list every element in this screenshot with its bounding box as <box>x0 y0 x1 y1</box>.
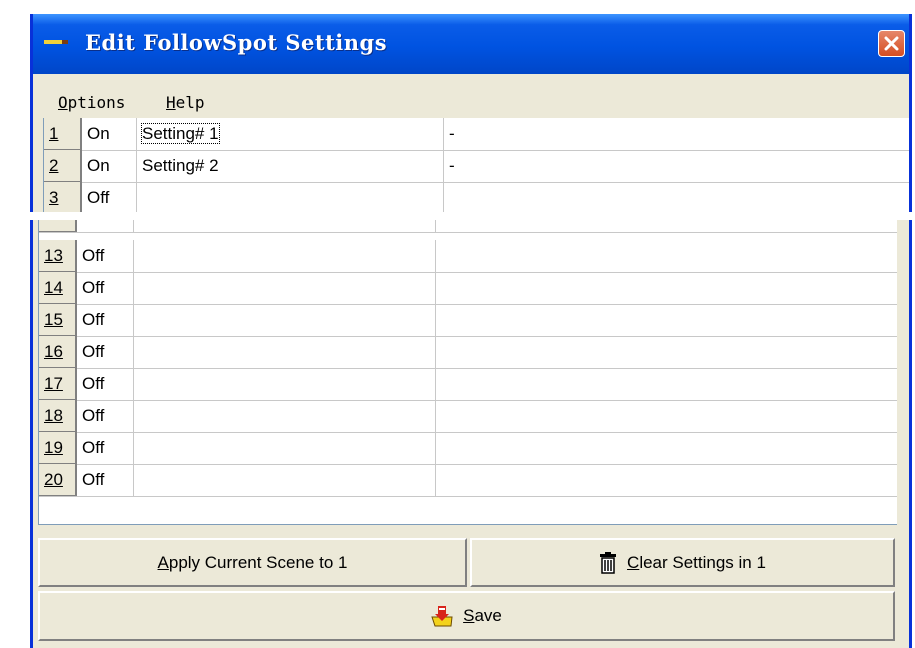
row-number[interactable]: 19 <box>39 432 77 464</box>
row-name[interactable]: Setting# 1 <box>137 118 444 150</box>
apply-scene-button[interactable]: Apply Current Scene to 1 <box>38 538 467 587</box>
title-bar[interactable]: Edit FollowSpot Settings <box>33 14 909 74</box>
row-state[interactable]: Off <box>77 304 134 336</box>
row-number[interactable]: 13 <box>39 240 77 272</box>
row-value[interactable]: - <box>444 150 909 182</box>
row-name[interactable] <box>134 336 436 368</box>
table-row[interactable]: 17 Off <box>39 368 897 401</box>
row-name[interactable] <box>134 400 436 432</box>
table-row[interactable]: 18 Off <box>39 400 897 433</box>
row-state[interactable]: Off <box>77 368 134 400</box>
row-number[interactable]: 18 <box>39 400 77 432</box>
row-name[interactable] <box>134 304 436 336</box>
row-value[interactable] <box>436 432 897 464</box>
row-value[interactable] <box>444 182 909 212</box>
dialog-window-top: Edit FollowSpot Settings Options Help 1 … <box>30 14 912 212</box>
row-state[interactable]: Off <box>82 182 137 212</box>
table-row[interactable]: 16 Off <box>39 336 897 369</box>
row-number[interactable]: 3 <box>44 182 82 212</box>
row-state[interactable]: On <box>82 150 137 182</box>
row-state[interactable]: Off <box>77 336 134 368</box>
window-title: Edit FollowSpot Settings <box>85 30 388 55</box>
trash-icon <box>600 551 617 574</box>
table-row[interactable]: 20 Off <box>39 464 897 497</box>
row-state[interactable]: Off <box>77 400 134 432</box>
row-value[interactable] <box>436 400 897 432</box>
row-state[interactable]: Off <box>77 272 134 304</box>
row-value[interactable] <box>436 464 897 496</box>
row-number[interactable]: 2 <box>44 150 82 182</box>
table-row[interactable]: 1 On Setting# 1 - <box>44 118 909 151</box>
row-name[interactable] <box>137 182 444 212</box>
row-value[interactable] <box>436 304 897 336</box>
row-name[interactable] <box>134 272 436 304</box>
row-value[interactable] <box>436 272 897 304</box>
save-button[interactable]: Save <box>38 591 895 641</box>
row-number <box>39 220 77 232</box>
row-value <box>436 220 897 232</box>
menu-help[interactable]: Help <box>166 93 205 112</box>
row-name[interactable]: Setting# 2 <box>137 150 444 182</box>
row-value[interactable] <box>436 240 897 272</box>
table-row[interactable]: 19 Off <box>39 432 897 465</box>
row-number[interactable]: 14 <box>39 272 77 304</box>
settings-grid-bottom: 13 Off 14 Off 15 Off 16 Off 17 Off 18 Of… <box>38 220 897 525</box>
table-row[interactable]: 13 Off <box>39 240 897 273</box>
pencil-icon <box>44 40 68 44</box>
save-icon <box>431 606 453 627</box>
row-number[interactable]: 15 <box>39 304 77 336</box>
row-state[interactable]: Off <box>77 240 134 272</box>
table-row[interactable]: 15 Off <box>39 304 897 337</box>
row-number[interactable]: 1 <box>44 118 82 150</box>
row-number[interactable]: 16 <box>39 336 77 368</box>
row-state[interactable]: Off <box>77 464 134 496</box>
table-row[interactable]: 2 On Setting# 2 - <box>44 150 909 183</box>
close-button[interactable] <box>878 30 905 57</box>
row-name <box>134 220 436 232</box>
row-name[interactable] <box>134 240 436 272</box>
menu-bar: Options Help <box>33 74 909 118</box>
row-state[interactable]: Off <box>77 432 134 464</box>
table-row[interactable]: 3 Off <box>44 182 909 212</box>
row-value[interactable] <box>436 368 897 400</box>
row-name[interactable] <box>134 368 436 400</box>
row-value[interactable] <box>436 336 897 368</box>
row-number[interactable]: 20 <box>39 464 77 496</box>
row-name[interactable] <box>134 432 436 464</box>
close-icon <box>884 36 899 51</box>
table-row[interactable]: 14 Off <box>39 272 897 305</box>
row-name[interactable] <box>134 464 436 496</box>
row-state <box>77 220 134 232</box>
row-number[interactable]: 17 <box>39 368 77 400</box>
clear-settings-button[interactable]: Clear Settings in 1 <box>470 538 895 587</box>
row-value[interactable]: - <box>444 118 909 150</box>
row-state[interactable]: On <box>82 118 137 150</box>
menu-options[interactable]: Options <box>58 93 125 112</box>
settings-grid-top: 1 On Setting# 1 - 2 On Setting# 2 - 3 Of… <box>43 118 909 212</box>
table-row-partial <box>39 220 897 233</box>
dialog-window-bottom: 13 Off 14 Off 15 Off 16 Off 17 Off 18 Of… <box>30 220 912 648</box>
